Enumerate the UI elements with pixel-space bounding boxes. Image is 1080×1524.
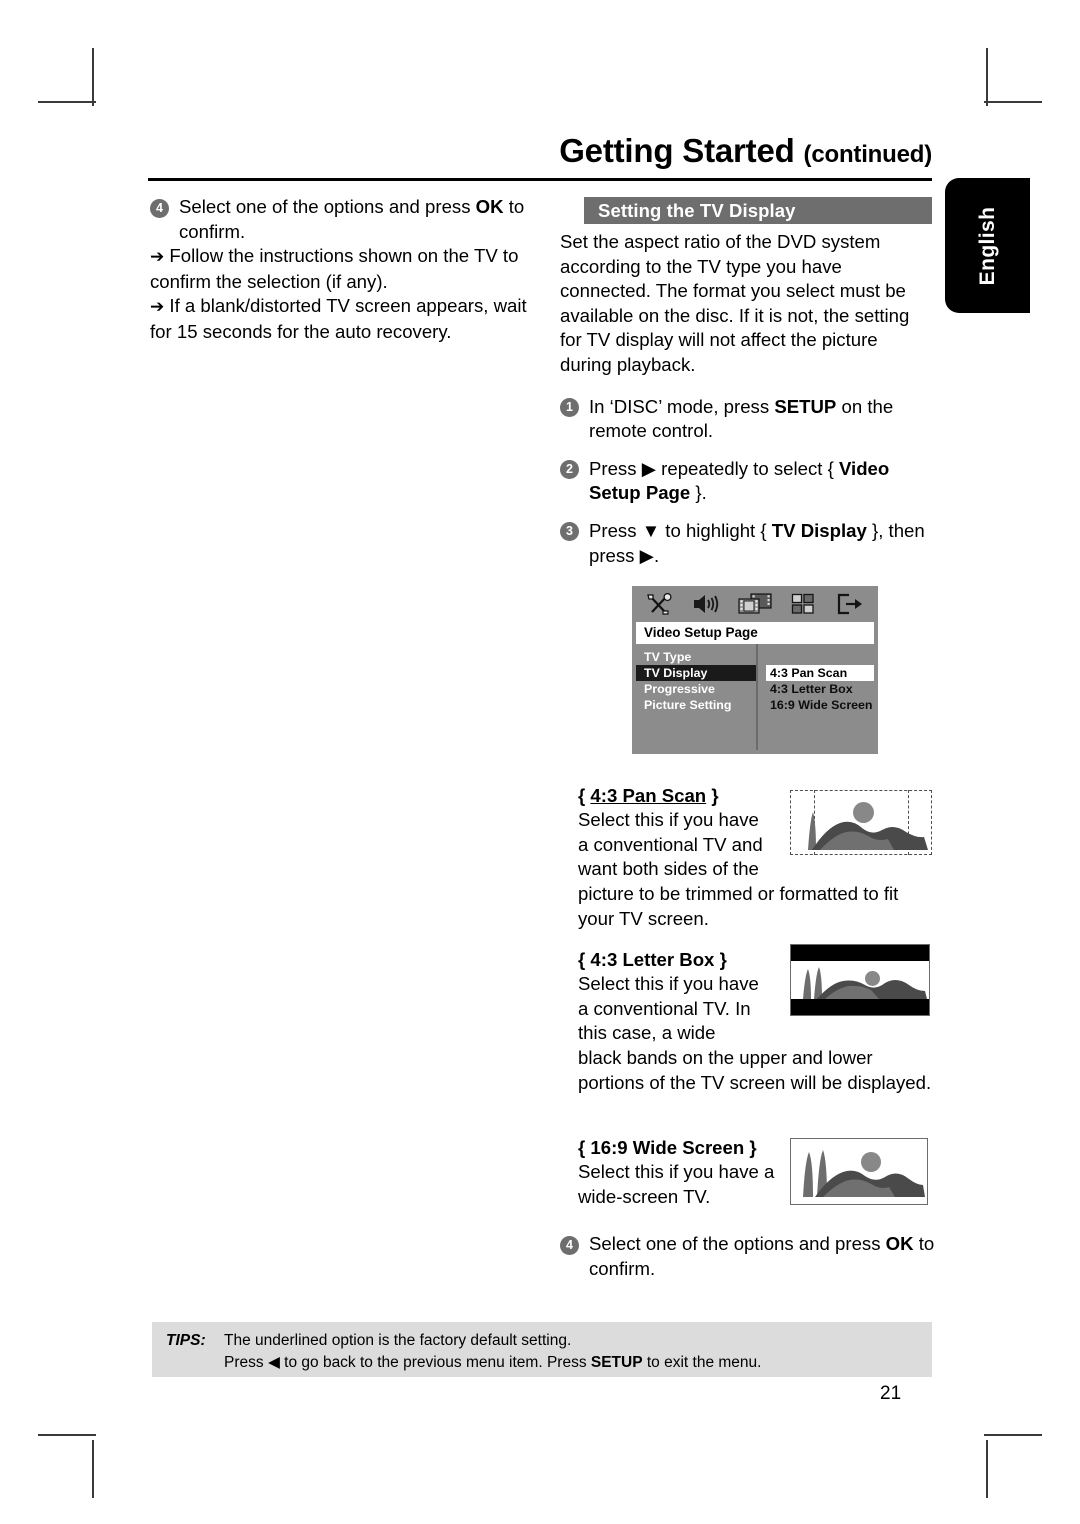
tips-line-1: The underlined option is the factory def…: [224, 1332, 572, 1349]
language-tab-label: English: [975, 206, 999, 285]
illustration-letter-box: [790, 944, 930, 1016]
left-bullet-1-text: Follow the instructions shown on the TV …: [150, 245, 519, 292]
osd-icon-bar: [632, 586, 878, 622]
crop-mark-bottom-right-vertical: [986, 1440, 988, 1498]
arrow-right-icon: ➔: [150, 297, 165, 317]
illustration-wide-screen: [790, 1138, 928, 1205]
step-1-setup: SETUP: [774, 395, 837, 417]
crop-mark-bottom-left-horizontal: [38, 1434, 96, 1436]
step-4-pre: Select one of the options and press: [589, 1233, 886, 1254]
film-icon[interactable]: [736, 590, 774, 618]
crop-mark-top-left-horizontal: [38, 101, 96, 103]
crop-mark-bottom-right-horizontal: [984, 1434, 1042, 1436]
osd-video-setup-screenshot: Video Setup Page TV Type TV Display Prog…: [632, 586, 878, 754]
left-step-4: 4 Select one of the options and press OK…: [150, 195, 542, 244]
osd-option-wide-screen[interactable]: 16:9 Wide Screen: [766, 697, 874, 713]
osd-body: TV Type TV Display Progressive Picture S…: [636, 644, 874, 750]
crop-mark-bottom-left-vertical: [92, 1440, 94, 1498]
step-2-mid: repeatedly to select {: [656, 457, 839, 479]
tools-icon[interactable]: [640, 590, 678, 618]
osd-menu-item-picture-setting[interactable]: Picture Setting: [636, 697, 756, 713]
osd-option-letter-box[interactable]: 4:3 Letter Box: [766, 681, 874, 697]
exit-icon[interactable]: [832, 590, 870, 618]
page-header: Getting Started (continued): [148, 131, 932, 175]
osd-menu-item-progressive[interactable]: Progressive: [636, 681, 756, 697]
step-number-badge: 4: [560, 1235, 579, 1255]
option-pan-scan-desc-cont: picture to be trimmed or formatted to fi…: [578, 883, 899, 929]
left-column: 4 Select one of the options and press OK…: [150, 195, 542, 345]
tips-setup: SETUP: [590, 1354, 643, 1371]
page-number: 21: [880, 1383, 902, 1404]
tips-line-2-post: to exit the menu.: [642, 1354, 762, 1371]
step-3: 3 Press ▼ to highlight { TV Display }, t…: [560, 519, 932, 568]
step-number-badge: 4: [150, 198, 169, 218]
page-title-main: Getting Started: [559, 132, 795, 169]
step-1: 1 In ‘DISC’ mode, press SETUP on the rem…: [560, 395, 932, 444]
arrow-right-glyph-icon: ▶: [641, 457, 657, 479]
step-4-ok: OK: [885, 1233, 914, 1254]
step-3-pre: Press: [589, 519, 642, 541]
brace-open: {: [578, 785, 591, 806]
option-letter-box-label: 4:3 Letter Box: [590, 949, 715, 970]
left-bullet-2-text: If a blank/distorted TV screen appears, …: [150, 295, 527, 342]
brace-close: }: [714, 949, 727, 970]
osd-option-pan-scan[interactable]: 4:3 Pan Scan: [766, 665, 874, 681]
osd-menu-item-tv-display[interactable]: TV Display: [636, 665, 756, 681]
option-letter-box-desc-cont: black bands on the upper and lower porti…: [578, 1047, 932, 1093]
tips-line-2-mid: to go back to the previous menu item. Pr…: [279, 1354, 591, 1371]
brace-close: }: [744, 1137, 757, 1158]
speaker-icon[interactable]: [688, 590, 726, 618]
page-title-continued: (continued): [803, 141, 933, 168]
option-wide-screen-label: 16:9 Wide Screen: [590, 1137, 745, 1158]
step-3-mid: to highlight {: [660, 519, 772, 541]
osd-menu-item-tv-type[interactable]: TV Type: [636, 649, 756, 665]
section-header: Setting the TV Display: [584, 197, 932, 224]
osd-menu-list: TV Type TV Display Progressive Picture S…: [636, 644, 758, 750]
arrow-left-glyph-icon: ◀: [267, 1354, 280, 1371]
left-bullet-2: ➔ If a blank/distorted TV screen appears…: [150, 294, 542, 344]
crop-mark-top-right-horizontal: [984, 101, 1042, 103]
tips-line-2: Press ◀ to go back to the previous menu …: [166, 1352, 932, 1374]
illustration-pan-scan: [790, 790, 932, 855]
option-wide-screen-description-text: Select this if you have a wide-screen TV…: [578, 1161, 775, 1207]
intro-paragraph: Set the aspect ratio of the DVD system a…: [560, 231, 910, 375]
step-3-tv-display: TV Display: [771, 519, 867, 541]
step-4-final: 4 Select one of the options and press OK…: [560, 1232, 935, 1281]
left-step-4-ok: OK: [475, 196, 504, 217]
step-number-badge: 2: [560, 460, 579, 480]
option-letter-box-desc: Select this if you have a conventional T…: [578, 972, 773, 1046]
brace-open: {: [578, 949, 591, 970]
step-1-pre: In ‘DISC’ mode, press: [589, 395, 775, 417]
option-letter-box-description-text: Select this if you have a conventional T…: [578, 973, 759, 1044]
option-pan-scan-description-text: Select this if you have a conventional T…: [578, 809, 763, 880]
crop-mark-top-right-vertical: [986, 48, 988, 106]
right-column: Set the aspect ratio of the DVD system a…: [560, 230, 932, 568]
option-wide-screen-desc: Select this if you have a wide-screen TV…: [578, 1160, 778, 1209]
step-2: 2 Press ▶ repeatedly to select { Video S…: [560, 457, 932, 506]
arrow-right-icon: ➔: [150, 247, 165, 267]
step-2-post: }.: [690, 482, 707, 504]
left-bullet-1: ➔ Follow the instructions shown on the T…: [150, 244, 542, 294]
tips-line-2-pre: Press: [224, 1354, 268, 1371]
step-2-pre: Press: [589, 457, 642, 479]
tips-box: TIPS: The underlined option is the facto…: [152, 1322, 932, 1377]
step-3-end: .: [653, 544, 660, 566]
final-step-block: 4 Select one of the options and press OK…: [560, 1232, 935, 1281]
osd-option-list: 4:3 Pan Scan 4:3 Letter Box 16:9 Wide Sc…: [758, 644, 874, 750]
preference-icon[interactable]: [784, 590, 822, 618]
arrow-down-glyph-icon: ▼: [641, 519, 661, 541]
page-title: Getting Started (continued): [148, 131, 932, 175]
option-pan-scan-label: 4:3 Pan Scan: [590, 785, 707, 806]
brace-open: {: [578, 1137, 591, 1158]
tips-label: TIPS:: [166, 1332, 206, 1349]
brace-close: }: [706, 785, 719, 806]
step-number-badge: 3: [560, 522, 579, 542]
crop-mark-top-left-vertical: [92, 48, 94, 106]
language-tab: English: [945, 178, 1030, 313]
title-rule: [148, 178, 932, 181]
step-number-badge: 1: [560, 398, 579, 418]
left-step-4-text-a: Select one of the options and press: [179, 196, 476, 217]
osd-page-title: Video Setup Page: [636, 622, 874, 644]
arrow-right-glyph-icon: ▶: [639, 544, 654, 566]
